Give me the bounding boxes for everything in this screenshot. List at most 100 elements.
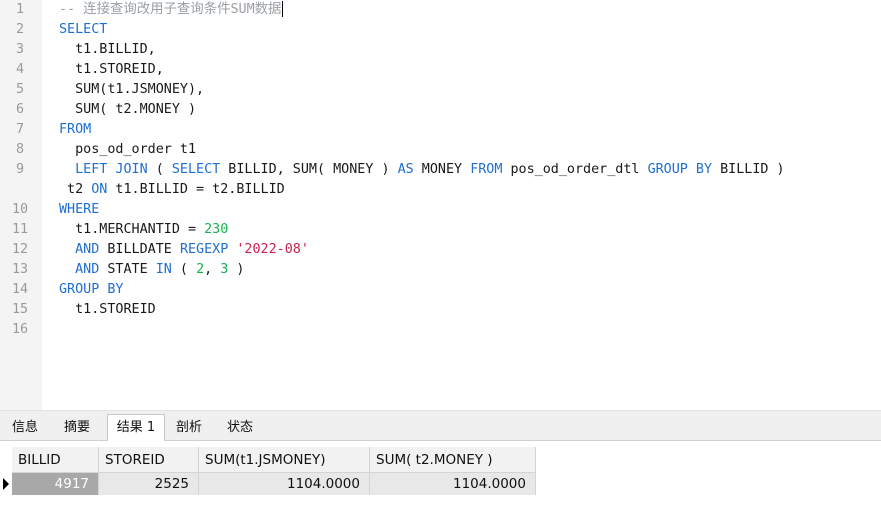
- column-header-sum-money[interactable]: SUM( t2.MONEY ): [370, 447, 536, 473]
- line-number: 5: [15, 82, 25, 97]
- code-line: 6 SUM( t2.MONEY ): [0, 100, 881, 120]
- code-line: 11 t1.MERCHANTID = 230: [0, 220, 881, 240]
- code-line: 3 t1.BILLID,: [0, 40, 881, 60]
- sql-text: pos_od_order t1: [59, 142, 197, 157]
- code-line: 15 t1.STOREID: [0, 300, 881, 320]
- sql-text: t1.STOREID: [59, 302, 156, 317]
- tab-info[interactable]: 信息: [0, 415, 50, 441]
- result-grid: BILLID STOREID SUM(t1.JSMONEY) SUM( t2.M…: [0, 441, 881, 523]
- sql-text: ): [228, 262, 245, 277]
- table-cell-sum-jsmoney[interactable]: 1104.0000: [199, 473, 370, 495]
- code-text: SUM(t1.JSMONEY),: [59, 80, 204, 100]
- line-number: 9: [15, 162, 25, 177]
- sql-text: (: [171, 262, 197, 277]
- line-number: 2: [15, 22, 25, 37]
- line-number: 13: [11, 262, 29, 277]
- code-line: 10 WHERE: [0, 200, 881, 220]
- sql-keyword: FROM: [470, 162, 503, 177]
- line-number: 11: [11, 222, 29, 237]
- sql-keyword: GROUP BY: [647, 162, 713, 177]
- code-line: 13 AND STATE IN ( 2, 3 ): [0, 260, 881, 280]
- code-text: LEFT JOIN ( SELECT BILLID, SUM( MONEY ) …: [59, 160, 785, 180]
- text-cursor: [282, 1, 284, 17]
- sql-number: 230: [204, 222, 229, 237]
- line-number: 6: [15, 102, 25, 117]
- tab-profile[interactable]: 剖析: [166, 415, 212, 441]
- sql-comment: -- 连接查询改用子查询条件SUM数据: [59, 2, 282, 17]
- line-number: 8: [15, 142, 25, 157]
- line-number: 16: [11, 322, 29, 337]
- code-text: t1.STOREID,: [59, 60, 164, 80]
- code-line: 8 pos_od_order t1: [0, 140, 881, 160]
- line-number: 3: [15, 42, 25, 57]
- line-number: 15: [11, 302, 29, 317]
- code-line: 9 LEFT JOIN ( SELECT BILLID, SUM( MONEY …: [0, 160, 881, 180]
- sql-text: ,: [204, 262, 221, 277]
- line-number: 1: [15, 2, 25, 17]
- line-number: 14: [11, 282, 29, 297]
- sql-text: BILLID ): [712, 162, 785, 177]
- sql-text: MONEY: [413, 162, 471, 177]
- sql-keyword: AND: [75, 242, 100, 257]
- code-text: t2 ON t1.BILLID = t2.BILLID: [59, 180, 285, 200]
- sql-text: STATE: [99, 262, 156, 277]
- column-header-sum-jsmoney[interactable]: SUM(t1.JSMONEY): [199, 447, 370, 473]
- code-line: 2 SELECT: [0, 20, 881, 40]
- sql-editor[interactable]: 1 -- 连接查询改用子查询条件SUM数据 2 SELECT 3 t1.BILLID, 4…: [0, 0, 881, 410]
- table-cell-sum-money[interactable]: 1104.0000: [370, 473, 536, 495]
- code-line: t2 ON t1.BILLID = t2.BILLID: [0, 180, 881, 200]
- code-text: -- 连接查询改用子查询条件SUM数据: [59, 0, 284, 20]
- sql-number: 2: [196, 262, 205, 277]
- sql-text: pos_od_order_dtl: [502, 162, 648, 177]
- sql-keyword: REGEXP: [179, 242, 229, 257]
- column-header-billid[interactable]: BILLID: [12, 447, 99, 473]
- code-text: AND BILLDATE REGEXP '2022-08': [59, 240, 309, 260]
- tab-result-1[interactable]: 结果 1: [107, 414, 165, 443]
- code-text: SUM( t2.MONEY ): [59, 100, 196, 120]
- code-line: 1 -- 连接查询改用子查询条件SUM数据: [0, 0, 881, 20]
- code-text: t1.STOREID: [59, 300, 156, 320]
- code-line: 16: [0, 320, 881, 340]
- code-line: 14 GROUP BY: [0, 280, 881, 300]
- code-line: 4 t1.STOREID,: [0, 60, 881, 80]
- sql-keyword: AND: [75, 262, 100, 277]
- result-tab-bar: 信息 摘要 结果 1 剖析 状态: [0, 410, 881, 443]
- sql-keyword: ON: [91, 182, 108, 197]
- current-row-arrow-icon: [3, 478, 9, 490]
- code-text: t1.MERCHANTID = 230: [59, 220, 228, 240]
- sql-text: t2: [59, 182, 92, 197]
- sql-keyword: LEFT JOIN: [75, 162, 148, 177]
- code-line: 5 SUM(t1.JSMONEY),: [0, 80, 881, 100]
- sql-text: BILLDATE: [99, 242, 180, 257]
- tab-summary[interactable]: 摘要: [52, 415, 102, 441]
- sql-text: BILLID, SUM( MONEY ): [220, 162, 398, 177]
- sql-keyword: IN: [155, 262, 172, 277]
- sql-text: SUM( t2.MONEY ): [59, 102, 197, 117]
- column-header-storeid[interactable]: STOREID: [99, 447, 199, 473]
- sql-text: t1.MERCHANTID =: [59, 222, 205, 237]
- code-line: 7 FROM: [0, 120, 881, 140]
- sql-keyword: GROUP BY: [59, 282, 124, 297]
- code-text: t1.BILLID,: [59, 40, 156, 60]
- sql-text: t1.BILLID,: [59, 42, 156, 57]
- sql-keyword: SELECT: [59, 22, 108, 37]
- sql-keyword: SELECT: [171, 162, 221, 177]
- table-cell-billid[interactable]: 4917: [12, 473, 99, 495]
- code-text: GROUP BY: [59, 280, 124, 300]
- sql-text: t1.STOREID,: [59, 62, 164, 77]
- table-cell-storeid[interactable]: 2525: [99, 473, 199, 495]
- sql-keyword: FROM: [59, 122, 92, 137]
- tab-status[interactable]: 状态: [216, 415, 264, 441]
- sql-keyword: WHERE: [59, 202, 100, 217]
- sql-text: SUM(t1.JSMONEY),: [59, 82, 205, 97]
- code-text: AND STATE IN ( 2, 3 ): [59, 260, 244, 280]
- line-number: 10: [11, 202, 29, 217]
- code-text: pos_od_order t1: [59, 140, 196, 160]
- sql-string: '2022-08': [236, 242, 309, 257]
- sql-text: t1.BILLID = t2.BILLID: [107, 182, 285, 197]
- line-number: 12: [11, 242, 29, 257]
- code-text: FROM: [59, 120, 91, 140]
- sql-keyword: AS: [397, 162, 414, 177]
